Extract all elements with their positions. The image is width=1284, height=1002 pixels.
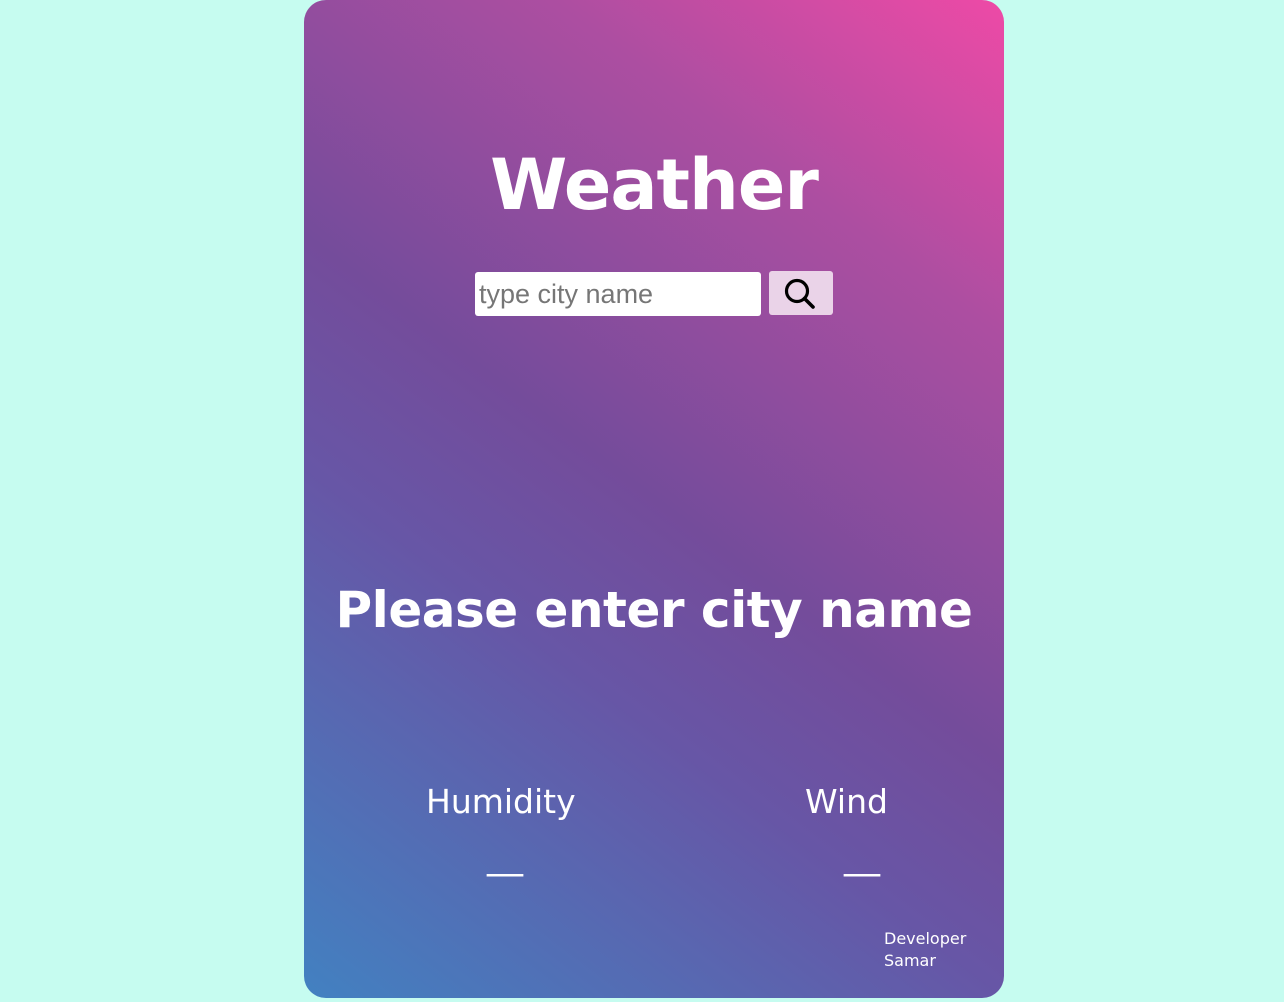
weather-card: Weather Please enter city name Humidity … <box>304 0 1004 998</box>
app-title: Weather <box>490 144 819 226</box>
developer-credit: Developer Samar <box>884 928 966 972</box>
search-button[interactable] <box>769 271 833 315</box>
developer-name: Samar <box>884 951 936 970</box>
search-icon <box>784 278 815 309</box>
humidity-label: Humidity <box>426 782 576 821</box>
developer-label: Developer <box>884 929 967 948</box>
city-search-input[interactable] <box>475 272 761 316</box>
humidity-value: __ <box>487 836 523 877</box>
wind-value: __ <box>844 836 880 877</box>
wind-label: Wind <box>805 782 888 821</box>
status-message: Please enter city name <box>335 581 973 639</box>
